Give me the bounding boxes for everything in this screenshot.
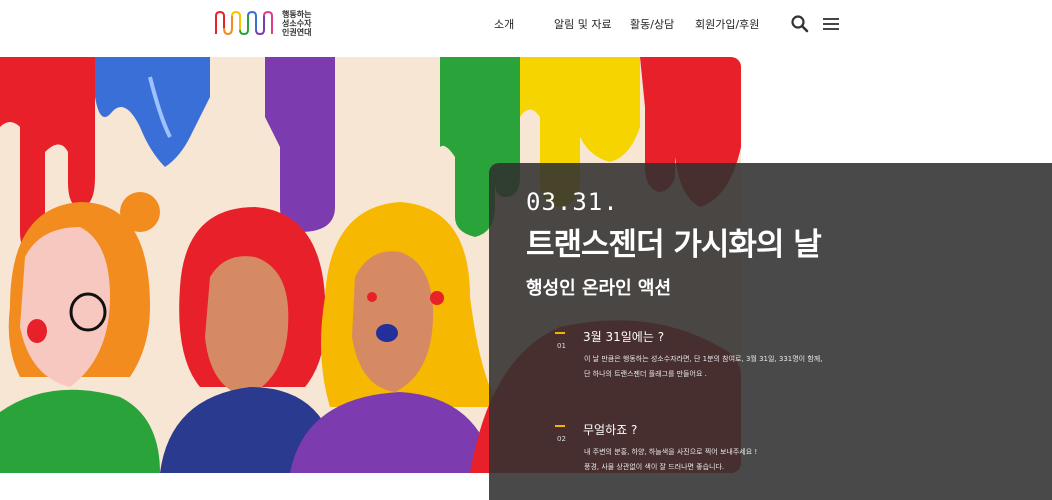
logo-line-2: 성소수자 bbox=[282, 18, 312, 28]
item-answer-line-1: 이 날 만큼은 행동하는 성소수자라면, 단 1분의 참여로, 3월 31일, … bbox=[584, 355, 823, 363]
menu-button[interactable] bbox=[821, 14, 841, 34]
nav-item-activity[interactable]: 활동/상담 bbox=[630, 16, 674, 32]
logo-line-3: 인권연대 bbox=[282, 27, 312, 37]
item-answer-line-1: 내 주변의 분홍, 하양, 하늘색을 사진으로 찍어 보내주세요 ! bbox=[584, 448, 758, 456]
logo-text: 행동하는 성소수자 인권연대 bbox=[282, 10, 311, 37]
item-answer-line-2: 단 하나의 트랜스젠더 플래그를 만들어요 . bbox=[584, 370, 707, 378]
item-answer-line-2: 풍경, 사물 상관없이 색이 잘 드러나면 좋습니다. bbox=[584, 463, 725, 471]
hamburger-menu-icon bbox=[823, 18, 839, 30]
site-logo[interactable]: 행동하는 성소수자 인권연대 bbox=[214, 6, 311, 40]
item-accent-bar bbox=[555, 332, 565, 334]
item-question: 무얼하죠 ? bbox=[583, 423, 638, 437]
event-info-panel: 03.31. 트랜스젠더 가시화의 날 행성인 온라인 액션 01 3월 31일… bbox=[489, 163, 1052, 500]
search-icon bbox=[791, 15, 809, 33]
item-answer: 이 날 만큼은 행동하는 성소수자라면, 단 1분의 참여로, 3월 31일, … bbox=[584, 352, 822, 382]
item-accent-bar bbox=[555, 425, 565, 427]
event-title: 트랜스젠더 가시화의 날 bbox=[526, 227, 822, 263]
logo-line-1: 행동하는 bbox=[282, 9, 312, 19]
event-date: 03.31. bbox=[526, 188, 619, 216]
nav-item-news[interactable]: 알림 및 자료 bbox=[554, 16, 612, 32]
nav-item-membership[interactable]: 회원가입/후원 bbox=[695, 16, 759, 32]
item-answer: 내 주변의 분홍, 하양, 하늘색을 사진으로 찍어 보내주세요 ! 풍경, 사… bbox=[584, 445, 757, 475]
item-number: 02 bbox=[557, 435, 566, 443]
item-question: 3월 31일에는 ? bbox=[583, 330, 665, 344]
event-subtitle: 행성인 온라인 액션 bbox=[526, 278, 672, 299]
site-header: 행동하는 성소수자 인권연대 소개 알림 및 자료 활동/상담 회원가입/후원 bbox=[0, 0, 1052, 50]
logo-mark-icon bbox=[215, 10, 273, 36]
nav-item-about[interactable]: 소개 bbox=[494, 16, 514, 32]
search-button[interactable] bbox=[790, 14, 810, 34]
item-number: 01 bbox=[557, 342, 566, 350]
